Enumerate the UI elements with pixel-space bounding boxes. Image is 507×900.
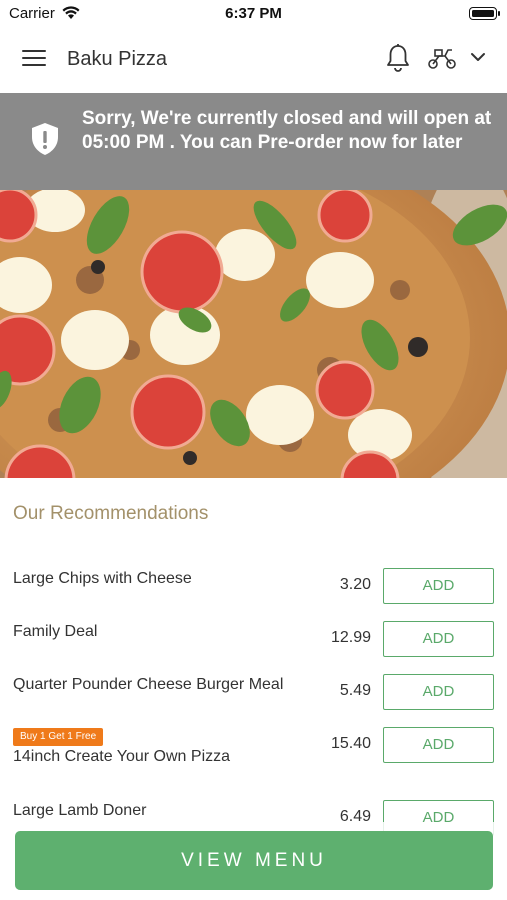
list-item: Large Chips with Cheese 3.20 ADD: [0, 568, 507, 608]
scooter-icon[interactable]: [427, 46, 457, 70]
bell-icon[interactable]: [385, 43, 411, 73]
hero-pizza-image: [0, 190, 507, 478]
item-name: Large Lamb Doner: [13, 802, 147, 819]
list-item: Quarter Pounder Cheese Burger Meal 5.49 …: [0, 674, 507, 714]
item-name: Family Deal: [13, 623, 98, 640]
app-header: Baku Pizza: [0, 28, 507, 93]
battery-icon: [469, 7, 500, 20]
closed-banner: Sorry, We're currently closed and will o…: [0, 93, 507, 190]
promo-badge: Buy 1 Get 1 Free: [13, 728, 104, 746]
item-price: 5.49: [339, 682, 371, 699]
item-price: 15.40: [330, 735, 371, 752]
chevron-down-icon[interactable]: [470, 51, 486, 63]
view-menu-button[interactable]: VIEW MENU: [15, 831, 493, 890]
closed-message: Sorry, We're currently closed and will o…: [82, 108, 492, 153]
status-bar: Carrier 6:37 PM: [0, 0, 507, 28]
page-title: Baku Pizza: [67, 48, 168, 70]
shield-alert-icon: [32, 123, 58, 155]
add-button[interactable]: ADD: [383, 727, 494, 763]
clock-time: 6:37 PM: [225, 5, 282, 22]
section-title: Our Recommendations: [13, 503, 209, 524]
list-item: Buy 1 Get 1 Free 14inch Create Your Own …: [0, 727, 507, 767]
add-button[interactable]: ADD: [383, 621, 494, 657]
add-button[interactable]: ADD: [383, 674, 494, 710]
menu-icon[interactable]: [22, 50, 46, 68]
list-item: Family Deal 12.99 ADD: [0, 621, 507, 661]
item-price: 3.20: [339, 576, 371, 593]
item-price: 12.99: [330, 629, 371, 646]
item-name: 14inch Create Your Own Pizza: [13, 748, 231, 765]
item-name: Quarter Pounder Cheese Burger Meal: [13, 676, 284, 693]
add-button[interactable]: ADD: [383, 568, 494, 604]
item-name: Large Chips with Cheese: [13, 570, 192, 587]
